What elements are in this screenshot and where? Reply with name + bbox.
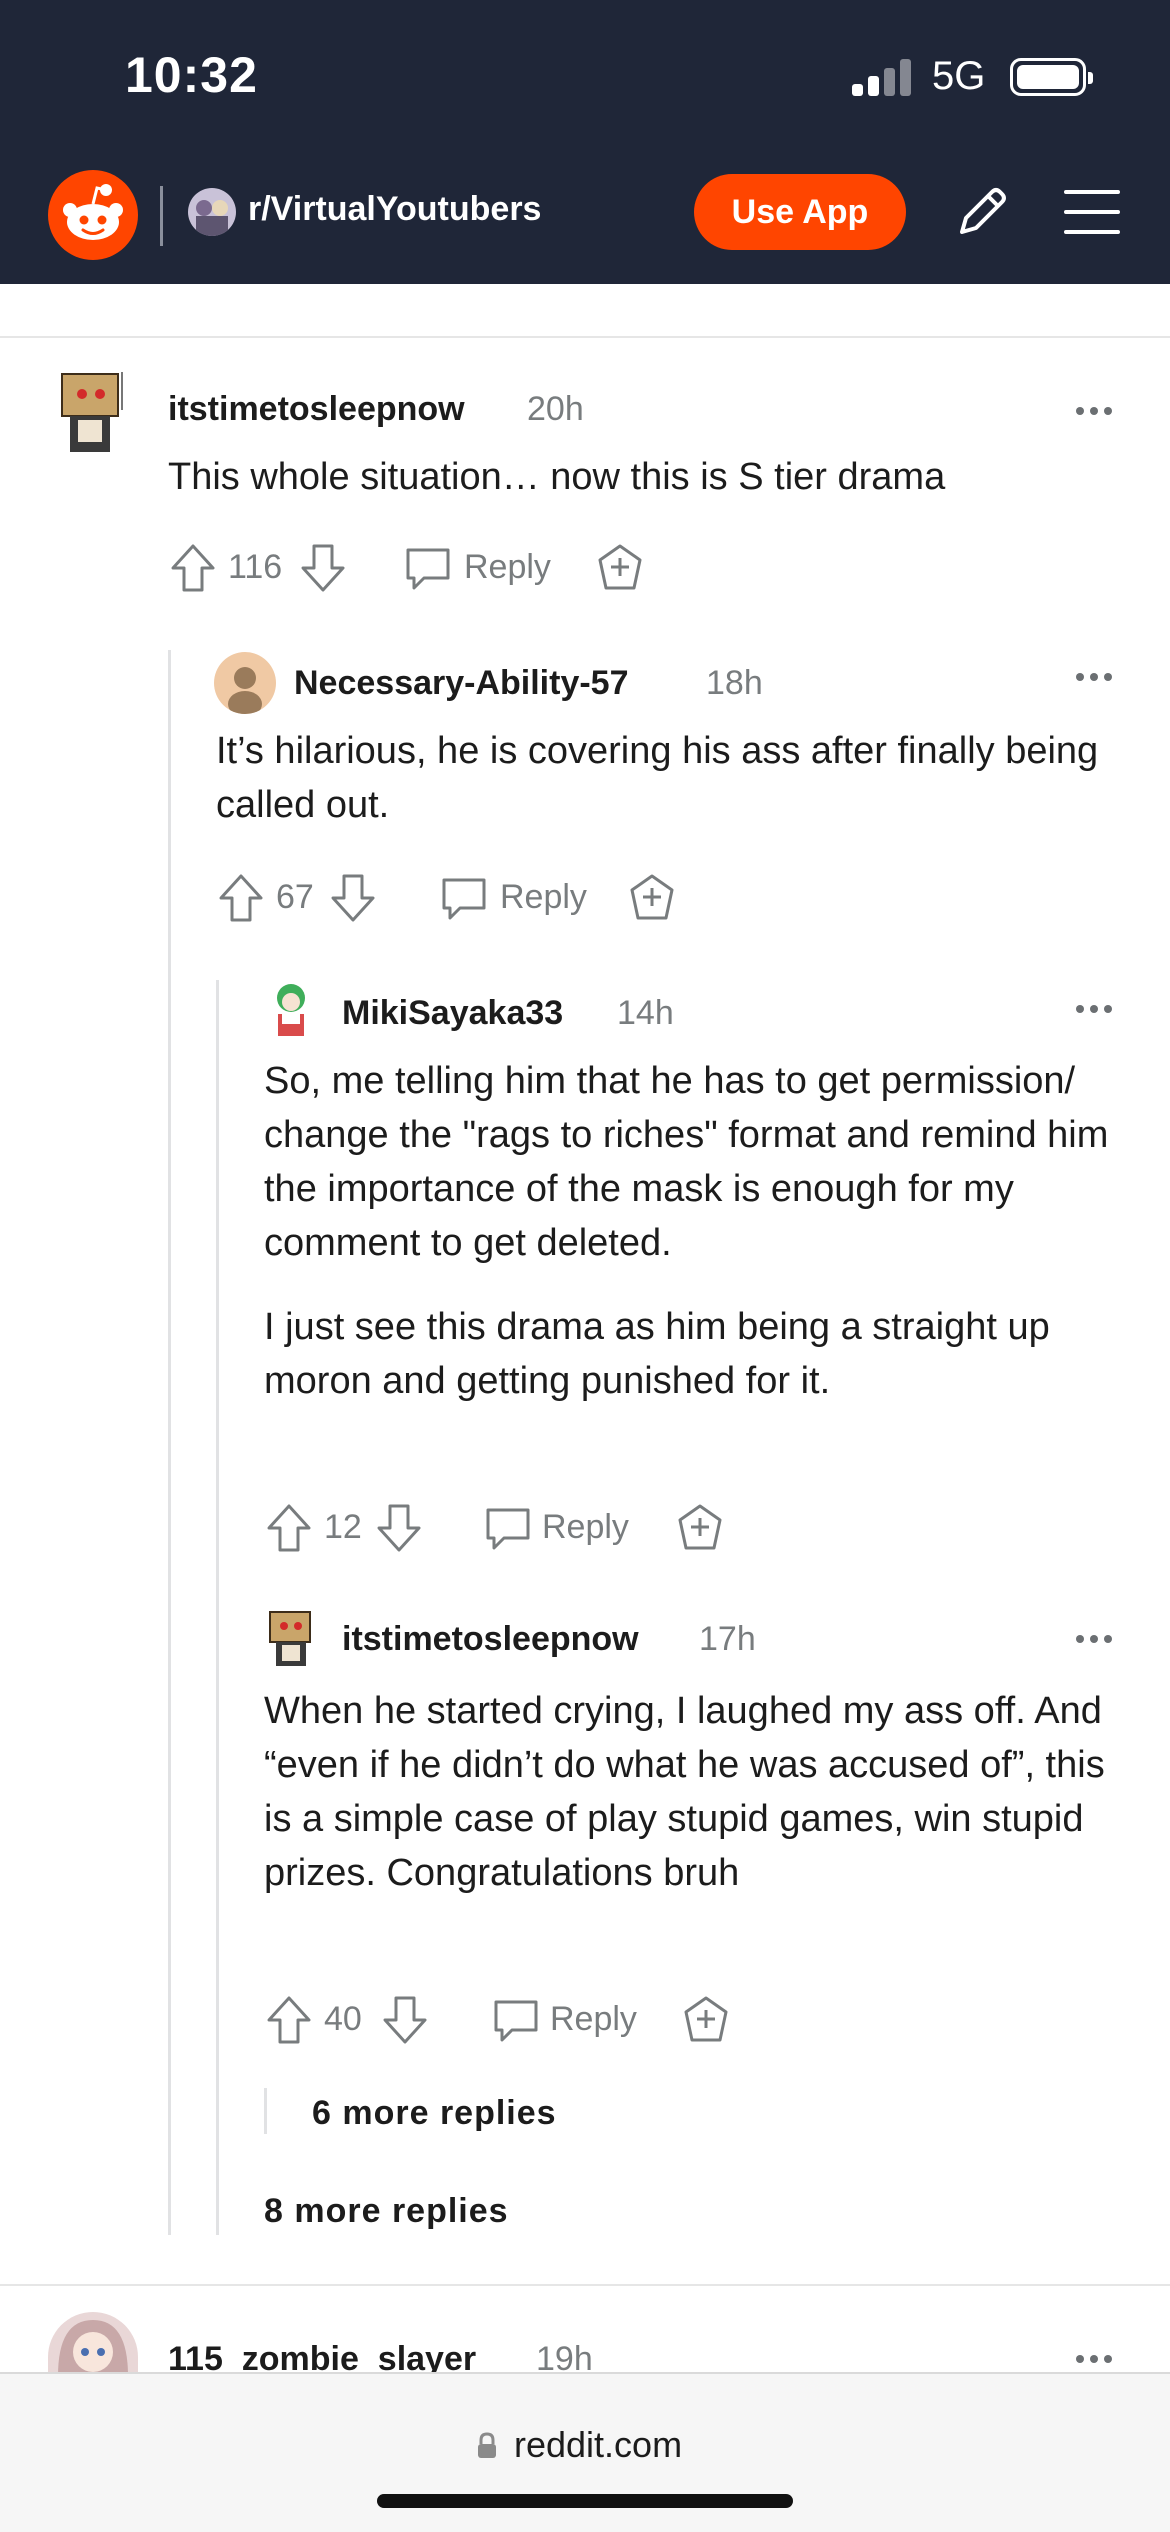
vote-score: 116: [228, 548, 283, 586]
home-indicator[interactable]: [377, 2494, 793, 2508]
user-avatar[interactable]: [56, 370, 132, 456]
vote-score: 12: [324, 1508, 362, 1546]
reply-bubble-icon[interactable]: [490, 1990, 542, 2050]
comment-body: So, me telling him that he has to get pe…: [264, 1060, 1109, 1402]
reply-bubble-icon[interactable]: [438, 868, 490, 928]
downvote-arrow-icon[interactable]: [374, 1498, 424, 1558]
user-avatar[interactable]: [214, 652, 276, 714]
use-app-button[interactable]: Use App: [694, 174, 906, 250]
reply-button[interactable]: Reply: [550, 2000, 637, 2039]
upvote-arrow-icon[interactable]: [264, 1498, 314, 1558]
browser-address-bar: reddit.com: [0, 2372, 1170, 2532]
comment-actions: 12 Reply: [264, 1498, 744, 1558]
more-replies-link[interactable]: 6 more replies: [312, 2094, 557, 2133]
reply-bubble-icon[interactable]: [402, 538, 454, 598]
user-avatar[interactable]: [266, 980, 316, 1040]
reply-button[interactable]: Reply: [542, 1508, 629, 1547]
status-bar: 10:32 5G: [0, 0, 1170, 150]
url-text[interactable]: reddit.com: [514, 2424, 682, 2466]
more-options-icon[interactable]: [1076, 670, 1126, 684]
reply-button[interactable]: Reply: [464, 548, 551, 587]
comment-age: 20h: [527, 390, 584, 428]
thread-line-level-3[interactable]: [264, 2088, 267, 2134]
more-options-icon[interactable]: [1076, 2352, 1126, 2366]
section-divider: [0, 336, 1170, 338]
status-time: 10:32: [125, 47, 258, 103]
downvote-arrow-icon[interactable]: [298, 538, 348, 598]
thread-line-level-2[interactable]: [216, 980, 219, 2235]
user-avatar[interactable]: [48, 2312, 138, 2376]
more-options-icon[interactable]: [1076, 1002, 1126, 1016]
battery-icon: [1010, 58, 1093, 96]
comment-username[interactable]: itstimetosleepnow: [342, 1620, 639, 1659]
upvote-arrow-icon[interactable]: [168, 538, 218, 598]
comment-actions: 67 Reply: [216, 868, 716, 928]
award-icon[interactable]: [626, 868, 678, 928]
comment-age: 17h: [699, 1620, 756, 1658]
create-post-pencil-icon[interactable]: [950, 180, 1014, 244]
vote-score: 40: [324, 2000, 362, 2038]
subreddit-name[interactable]: r/VirtualYoutubers: [248, 190, 541, 229]
comment-body: When he started crying, I laughed my ass…: [264, 1690, 1105, 1894]
comment-age: 14h: [617, 994, 674, 1032]
comment-username[interactable]: Necessary-Ability-57: [294, 664, 629, 703]
award-icon[interactable]: [594, 538, 646, 598]
downvote-arrow-icon[interactable]: [328, 868, 378, 928]
reply-button[interactable]: Reply: [500, 878, 587, 917]
award-icon[interactable]: [674, 1498, 726, 1558]
comment-username[interactable]: MikiSayaka33: [342, 994, 563, 1033]
subreddit-avatar[interactable]: [188, 188, 236, 236]
section-divider: [0, 2284, 1170, 2286]
cellular-signal-icon: [852, 58, 914, 96]
lock-icon: [478, 2432, 496, 2458]
reddit-header: r/VirtualYoutubers Use App: [0, 160, 1170, 264]
comment-body: This whole situation… now this is S tier…: [168, 456, 946, 498]
more-options-icon[interactable]: [1076, 404, 1126, 418]
comment-username[interactable]: itstimetosleepnow: [168, 390, 465, 429]
network-type: 5G: [932, 54, 986, 98]
user-avatar[interactable]: [266, 1608, 320, 1668]
reply-bubble-icon[interactable]: [482, 1498, 534, 1558]
upvote-arrow-icon[interactable]: [216, 868, 266, 928]
hamburger-menu-icon[interactable]: [1060, 184, 1124, 240]
top-bar: 10:32 5G r/VirtualYoutubers Use App: [0, 0, 1170, 284]
reddit-logo-icon[interactable]: [48, 170, 138, 260]
comment-actions: 116 Reply: [168, 538, 728, 598]
thread-line-level-1[interactable]: [168, 650, 171, 2235]
header-divider: [160, 186, 163, 246]
comment-body: It’s hilarious, he is covering his ass a…: [216, 730, 1099, 826]
more-options-icon[interactable]: [1076, 1632, 1126, 1646]
upvote-arrow-icon[interactable]: [264, 1990, 314, 2050]
award-icon[interactable]: [680, 1990, 732, 2050]
downvote-arrow-icon[interactable]: [380, 1990, 430, 2050]
vote-score: 67: [276, 878, 314, 916]
more-replies-link[interactable]: 8 more replies: [264, 2192, 509, 2231]
comment-age: 18h: [706, 664, 763, 702]
comment-actions: 40 Reply: [264, 1990, 744, 2050]
